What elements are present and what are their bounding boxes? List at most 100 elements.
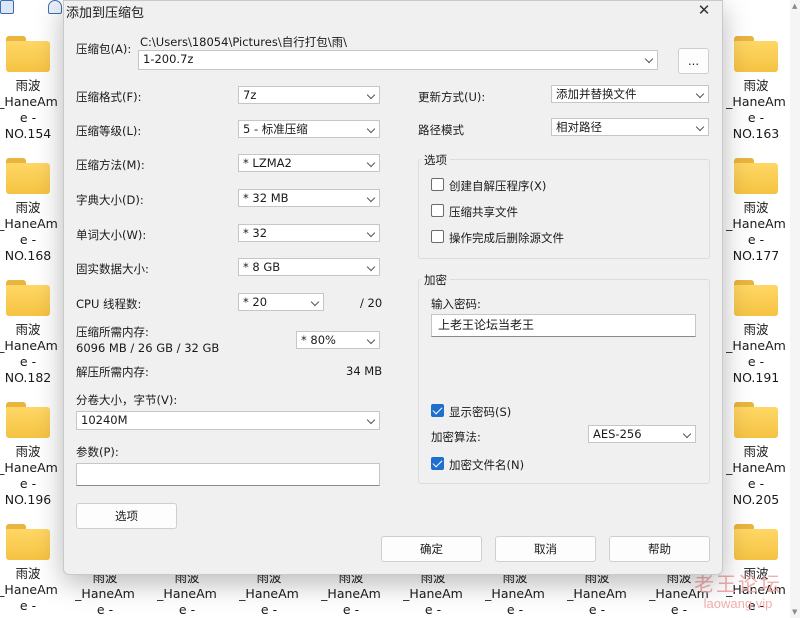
method-label: 压缩方法(M): [76,158,145,172]
folder-icon [6,524,50,560]
folder-item[interactable]: 雨波 _HaneAm e - [0,524,64,614]
cancel-button[interactable]: 取消 [495,536,596,562]
encryption-method-select[interactable]: AES-256 [588,425,696,443]
word-value: * 32 [243,226,268,240]
delete-label: 操作完成后删除源文件 [449,231,564,245]
folder-icon [6,280,50,316]
folder-label: 雨波 _HaneAm e - [403,570,463,617]
folder-label: 雨波 _HaneAm e - [0,566,58,613]
mem-decomp-value: 34 MB [346,364,383,378]
chevron-down-icon [366,335,376,345]
title-bar[interactable]: 添加到压缩包 ✕ [64,1,722,23]
method-select[interactable]: * LZMA2 [238,154,380,172]
solid-select[interactable]: * 8 GB [238,258,380,276]
add-to-archive-dialog: 添加到压缩包 ✕ 压缩包(A): C:\Users\18054\Pictures… [63,0,723,575]
split-label: 分卷大小，字节(V): [76,393,178,407]
chevron-down-icon [682,429,692,439]
folder-icon [734,158,778,194]
folder-item[interactable]: 雨波 _HaneAm e - NO.177 [720,158,792,264]
sync-icon [48,0,62,14]
update-select[interactable]: 添加并替换文件 [551,85,709,103]
encryption-method-label: 加密算法: [431,430,481,444]
show-password-label: 显示密码(S) [449,405,512,419]
shared-checkbox[interactable] [431,204,444,217]
level-value: 5 - 标准压缩 [243,122,308,136]
browse-button[interactable]: ... [678,48,709,74]
encryption-group-title: 加密 [421,272,450,288]
app-icon [0,0,14,14]
cpu-total: / 20 [360,296,383,310]
update-value: 添加并替换文件 [556,87,637,101]
help-button[interactable]: 帮助 [609,536,710,562]
show-password-checkbox[interactable] [431,404,444,417]
folder-label: 雨波 _HaneAm e - [567,570,627,617]
encrypt-names-checkbox[interactable] [431,457,444,470]
folder-label: 雨波 _HaneAm e - [157,570,217,617]
options-group-title: 选项 [421,152,450,168]
ok-button[interactable]: 确定 [381,536,482,562]
vertical-scrollbar[interactable]: ▲ ▼ [790,0,800,618]
archive-name-combo[interactable]: 1-200.7z [138,50,658,70]
chevron-down-icon [366,158,376,168]
format-select[interactable]: 7z [238,86,380,104]
chevron-down-icon [310,297,320,307]
shared-label: 压缩共享文件 [449,205,518,219]
cpu-select[interactable]: * 20 [238,293,324,311]
level-select[interactable]: 5 - 标准压缩 [238,120,380,138]
close-icon[interactable]: ✕ [692,2,716,20]
update-label: 更新方式(U): [418,90,486,104]
word-select[interactable]: * 32 [238,224,380,242]
sfx-checkbox[interactable] [431,178,444,191]
folder-item[interactable]: 雨波 _HaneAm e - NO.182 [0,280,64,386]
chevron-down-icon [366,193,376,203]
sfx-label: 创建自解压程序(X) [449,179,547,193]
mem-percent-value: * 80% [301,333,336,347]
archive-label: 压缩包(A): [76,42,132,56]
folder-item[interactable]: 雨波 _HaneAm e - [151,570,223,618]
split-value: 10240M [81,413,128,427]
chevron-down-icon [366,124,376,134]
folder-item[interactable]: 雨波 _HaneAm e - [479,570,551,618]
folder-label: 雨波 _HaneAm e - NO.168 [0,200,58,263]
format-label: 压缩格式(F): [76,90,142,104]
scroll-up-icon[interactable]: ▲ [792,2,797,10]
chevron-down-icon [695,122,705,132]
folder-item[interactable]: 雨波 _HaneAm e - [69,570,141,618]
archive-path: C:\Users\18054\Pictures\自行打包\雨\ [140,35,347,49]
folder-item[interactable]: 雨波 _HaneAm e - [397,570,469,618]
dict-select[interactable]: * 32 MB [238,189,380,207]
method-value: * LZMA2 [243,156,292,170]
folder-icon [6,36,50,72]
password-input[interactable]: 上老王论坛当老王 [431,314,696,337]
cpu-label: CPU 线程数: [76,297,142,311]
folder-item[interactable]: 雨波 _HaneAm e - [315,570,387,618]
params-label: 参数(P): [76,445,119,459]
dialog-title: 添加到压缩包 [66,6,145,21]
folder-item[interactable]: 雨波 _HaneAm e - NO.196 [0,402,64,508]
folder-item[interactable]: 雨波 _HaneAm e - NO.168 [0,158,64,264]
scroll-down-icon[interactable]: ▼ [792,608,797,616]
folder-label: 雨波 _HaneAm e - [321,570,381,617]
folder-label: 雨波 _HaneAm e - NO.163 [726,78,786,141]
options-button[interactable]: 选项 [76,503,177,529]
folder-label: 雨波 _HaneAm e - NO.177 [726,200,786,263]
split-select[interactable]: 10240M [76,411,380,430]
encrypt-names-label: 加密文件名(N) [449,458,525,472]
dict-label: 字典大小(D): [76,193,144,207]
params-input[interactable] [76,463,380,486]
folder-label: 雨波 _HaneAm e - NO.182 [0,322,58,385]
folder-item[interactable]: 雨波 _HaneAm e - NO.205 [720,402,792,508]
folder-label: 雨波 _HaneAm e - [75,570,135,617]
folder-label: 雨波 _HaneAm e - NO.196 [0,444,58,507]
folder-item[interactable]: 雨波 _HaneAm e - [233,570,305,618]
level-label: 压缩等级(L): [76,124,142,138]
folder-item[interactable]: 雨波 _HaneAm e - [561,570,633,618]
delete-checkbox[interactable] [431,230,444,243]
folder-item[interactable]: 雨波 _HaneAm e - NO.154 [0,36,64,142]
mem-percent-select[interactable]: * 80% [296,331,380,349]
path-value: 相对路径 [556,120,602,134]
folder-item[interactable]: 雨波 _HaneAm e - NO.191 [720,280,792,386]
folder-icon [734,36,778,72]
folder-item[interactable]: 雨波 _HaneAm e - NO.163 [720,36,792,142]
path-select[interactable]: 相对路径 [551,118,709,136]
